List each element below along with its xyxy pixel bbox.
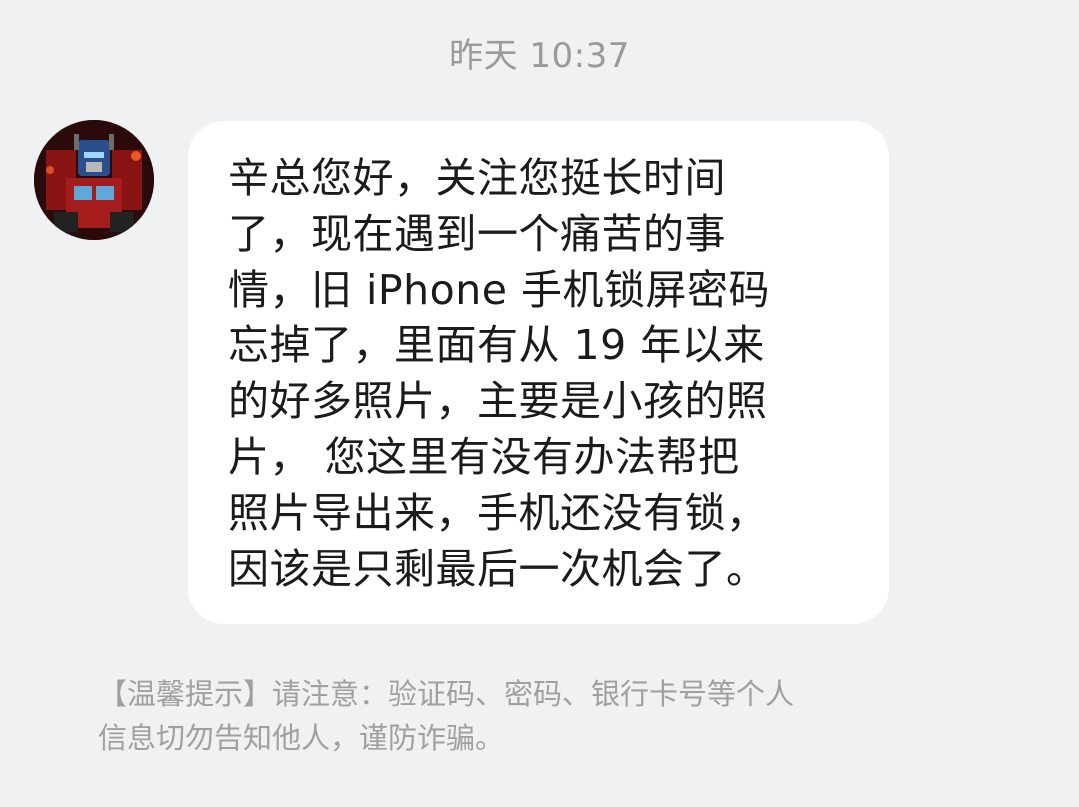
sender-avatar[interactable] (34, 120, 154, 240)
message-line: 了，现在遇到一个痛苦的事 (228, 210, 726, 258)
message-line: 情，旧 iPhone 手机锁屏密码 (228, 266, 770, 314)
message-line: 辛总您好，关注您挺长时间 (228, 154, 726, 202)
message-bubble[interactable]: 辛总您好，关注您挺长时间 了，现在遇到一个痛苦的事 情，旧 iPhone 手机锁… (188, 121, 889, 624)
message-line: 忘掉了，里面有从 19 年以来 (228, 321, 765, 369)
message-line: 的好多照片，主要是小孩的照 (228, 377, 768, 425)
message-line: 因该是只剩最后一次机会了。 (228, 545, 768, 593)
robot-avatar-icon (34, 120, 154, 240)
safety-tip-line: 【温馨提示】请注意：验证码、密码、银行卡号等个人 (98, 677, 795, 711)
safety-tip-line: 信息切勿告知他人，谨防诈骗。 (98, 721, 505, 755)
message-line: 照片导出来，手机还没有锁， (228, 489, 768, 537)
message-line: 片， 您这里有没有办法帮把 (228, 433, 740, 481)
message-timestamp: 昨天 10:37 (449, 36, 630, 76)
